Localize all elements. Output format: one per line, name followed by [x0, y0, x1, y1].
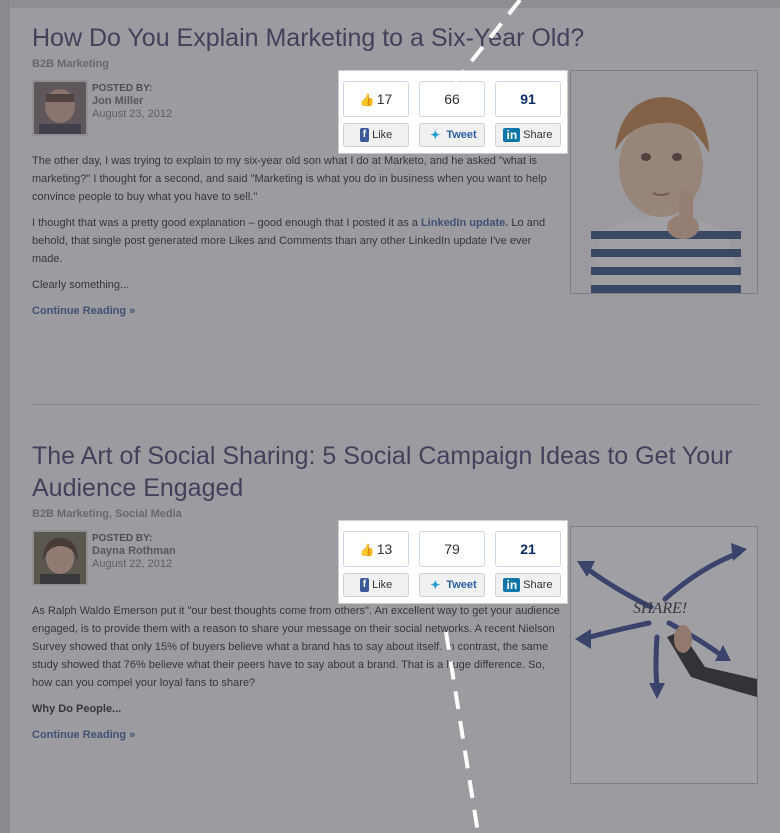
share-widget: 👍 17 f Like 66 ✦ Tweet 91 in Share [338, 70, 568, 154]
like-button[interactable]: f Like [343, 573, 409, 597]
share-count: 91 [495, 81, 561, 117]
facebook-share: 👍 13 f Like [343, 531, 409, 597]
frame-left-edge [0, 0, 10, 833]
post-date: August 22, 2012 [92, 558, 173, 570]
facebook-icon: f [359, 578, 370, 593]
post-date: August 23, 2012 [92, 108, 173, 120]
linkedin-share: 21 in Share [495, 531, 561, 597]
posted-by-label: POSTED BY: [92, 83, 153, 94]
post-excerpt: The other day, I was trying to explain t… [32, 152, 562, 320]
paragraph: As Ralph Waldo Emerson put it "our best … [32, 605, 560, 689]
tweet-button[interactable]: ✦ Tweet [419, 123, 485, 147]
frame-top [0, 0, 780, 8]
post-2: The Art of Social Sharing: 5 Social Camp… [32, 440, 758, 784]
linkedin-update-link[interactable]: LinkedIn update. [421, 217, 508, 229]
share-button[interactable]: in Share [495, 123, 561, 147]
avatar [32, 80, 88, 136]
post-title[interactable]: How Do You Explain Marketing to a Six-Ye… [32, 22, 758, 54]
thumbs-up-icon: 👍 [359, 93, 375, 107]
share-widget: 👍 13 f Like 79 ✦ Tweet 21 in Share [338, 520, 568, 604]
twitter-bird-icon: ✦ [430, 128, 441, 143]
share-arrows-sketch[interactable]: SHARE! [570, 526, 758, 784]
twitter-bird-icon: ✦ [430, 578, 441, 593]
author-name[interactable]: Dayna Rothman [92, 545, 176, 558]
posted-by-label: POSTED BY: [92, 533, 153, 544]
linkedin-share: 91 in Share [495, 81, 561, 147]
twitter-share: 79 ✦ Tweet [419, 531, 485, 597]
facebook-share: 👍 17 f Like [343, 81, 409, 147]
like-count: 👍 17 [343, 81, 409, 117]
like-count: 👍 13 [343, 531, 409, 567]
paragraph: The other day, I was trying to explain t… [32, 155, 547, 203]
post-title[interactable]: The Art of Social Sharing: 5 Social Camp… [32, 440, 758, 504]
paragraph: Clearly something... [32, 279, 130, 291]
avatar [32, 530, 88, 586]
tweet-button[interactable]: ✦ Tweet [419, 573, 485, 597]
share-button[interactable]: in Share [495, 573, 561, 597]
tweet-count: 66 [419, 81, 485, 117]
continue-reading-link[interactable]: Continue Reading » [32, 302, 562, 320]
thinking-boy-photo[interactable] [570, 70, 758, 294]
linkedin-icon: in [503, 128, 521, 143]
share-count: 21 [495, 531, 561, 567]
post-category[interactable]: B2B Marketing, Social Media [32, 508, 758, 520]
blog-page: How Do You Explain Marketing to a Six-Ye… [0, 0, 780, 833]
post-category[interactable]: B2B Marketing [32, 58, 758, 70]
author-name[interactable]: Jon Miller [92, 95, 172, 108]
svg-text:SHARE!: SHARE! [633, 600, 687, 617]
thumbs-up-icon: 👍 [359, 543, 375, 557]
post-meta: POSTED BY: Jon Miller August 23, 2012 [92, 82, 172, 121]
post-meta: POSTED BY: Dayna Rothman August 22, 2012 [92, 532, 176, 571]
paragraph: I thought that was a pretty good explana… [32, 217, 546, 265]
tweet-count: 79 [419, 531, 485, 567]
twitter-share: 66 ✦ Tweet [419, 81, 485, 147]
like-button[interactable]: f Like [343, 123, 409, 147]
post-1: How Do You Explain Marketing to a Six-Ye… [32, 22, 758, 320]
post-divider [32, 404, 758, 405]
linkedin-icon: in [503, 578, 521, 593]
paragraph: Why Do People... [32, 703, 122, 715]
continue-reading-link[interactable]: Continue Reading » [32, 726, 562, 744]
post-excerpt: As Ralph Waldo Emerson put it "our best … [32, 602, 562, 744]
facebook-icon: f [359, 128, 370, 143]
